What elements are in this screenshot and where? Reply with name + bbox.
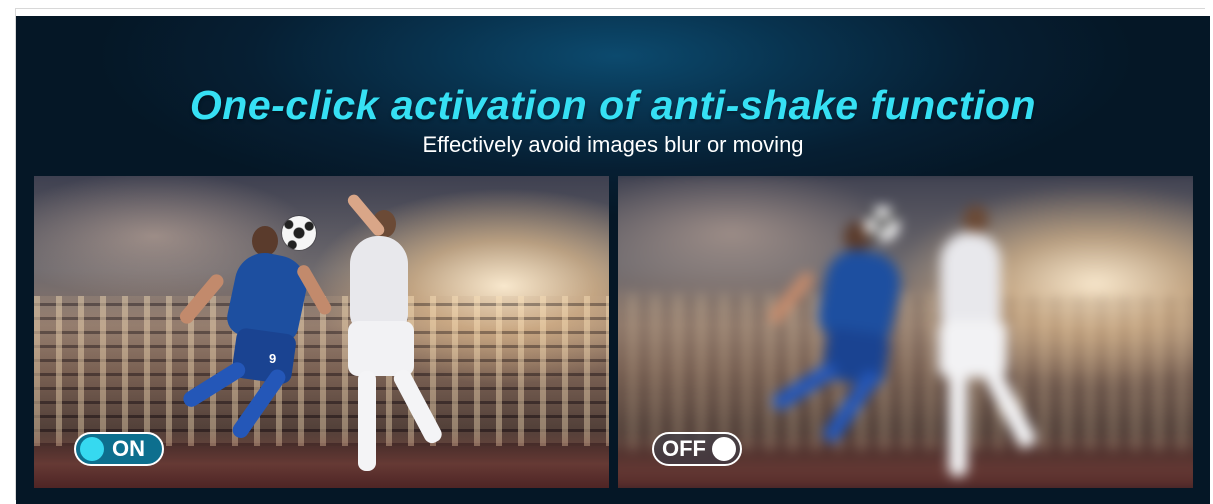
jersey-number: 9 (269, 351, 277, 366)
toggle-knob-icon (712, 437, 736, 461)
player-white-jersey (903, 191, 1049, 488)
subheadline: Effectively avoid images blur or moving (422, 132, 804, 157)
soccer-ball (282, 216, 316, 250)
player-white-jersey (314, 192, 454, 488)
anti-shake-banner: One-click activation of anti-shake funct… (16, 16, 1210, 504)
stabilization-off-toggle[interactable]: OFF (652, 432, 742, 466)
soccer-ball (864, 206, 900, 242)
blurred-photo-panel: OFF (618, 176, 1193, 488)
toggle-knob-icon (80, 437, 104, 461)
stabilized-photo-panel: 9 ON (34, 176, 609, 488)
headline: One-click activation of anti-shake funct… (189, 82, 1037, 128)
toggle-on-label: ON (112, 436, 145, 461)
toggle-off-label: OFF (662, 436, 706, 461)
stabilization-on-toggle[interactable]: ON (74, 432, 164, 466)
